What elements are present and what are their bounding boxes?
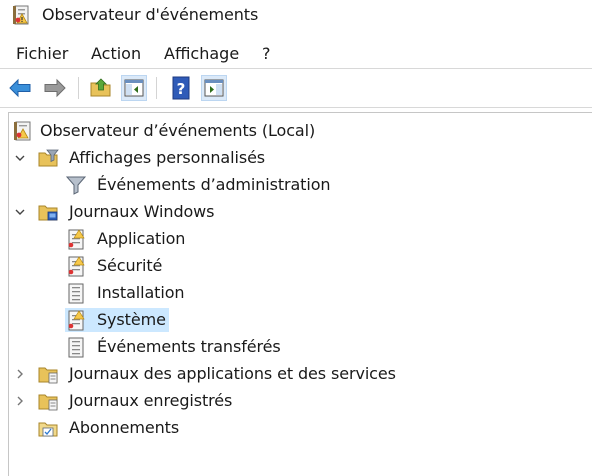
filter-funnel-icon [65,176,87,195]
chevron-right-icon[interactable] [14,395,26,407]
menu-help[interactable]: ? [262,44,271,63]
folder-log-icon [38,394,58,411]
tree-label-security: Sécurité [97,256,163,275]
svg-text:?: ? [177,80,186,98]
tree-node-system[interactable]: Système [9,307,579,333]
forward-arrow-icon [44,78,66,98]
back-button[interactable] [7,75,33,101]
tree-node-security[interactable]: Sécurité [9,253,579,279]
show-action-pane-button[interactable] [201,75,227,101]
tree-label-forwarded-events: Événements transférés [97,337,281,356]
show-hide-console-tree-icon [124,79,144,97]
log-warning-icon [68,310,85,331]
tree-label-root: Observateur d’événements (Local) [40,121,316,140]
tree-label-custom-views: Affichages personnalisés [69,148,266,167]
tree-node-windows-logs[interactable]: Journaux Windows [9,199,579,225]
tree-node-saved-logs[interactable]: Journaux enregistrés [9,388,579,414]
console-tree: Observateur d’événements (Local) Afficha… [8,112,592,476]
show-console-tree-button[interactable] [121,75,147,101]
tree-label-application: Application [97,229,186,248]
tree-node-setup[interactable]: Installation [9,280,579,306]
event-viewer-icon [14,121,31,141]
log-warning-icon [68,229,85,250]
log-icon [68,283,84,304]
chevron-down-icon[interactable] [14,206,26,218]
tree-node-application[interactable]: Application [9,226,579,252]
log-warning-icon [68,256,85,277]
up-level-button[interactable] [88,75,114,101]
tree-node-admin-events[interactable]: Événements d’administration [9,172,579,198]
show-hide-action-pane-icon [204,79,224,97]
folder-log-icon [38,367,58,384]
menu-action[interactable]: Action [91,44,141,63]
menu-fichier[interactable]: Fichier [16,44,68,63]
folder-windows-icon [38,205,58,221]
tree-label-saved-logs: Journaux enregistrés [69,391,233,410]
help-icon: ? [172,76,190,100]
menu-affichage[interactable]: Affichage [164,44,239,63]
tree-label-setup: Installation [97,283,185,302]
back-arrow-icon [9,78,31,98]
event-viewer-app-icon [13,5,29,25]
menu-bar: Fichier Action Affichage ? [0,40,592,68]
window-title: Observateur d'événements [42,5,259,24]
tree-node-forwarded-events[interactable]: Événements transférés [9,334,579,360]
subscription-icon [38,422,58,437]
tree-label-subscriptions: Abonnements [69,418,180,437]
chevron-right-icon[interactable] [14,368,26,380]
tree-label-app-service-logs: Journaux des applications et des service… [69,364,396,383]
toolbar-separator [78,77,79,99]
title-bar: Observateur d'événements [0,0,592,31]
chevron-down-icon[interactable] [14,152,26,164]
forward-button[interactable] [42,75,68,101]
help-button[interactable]: ? [168,75,194,101]
tree-node-root[interactable]: Observateur d’événements (Local) [9,118,579,144]
tree-label-admin-events: Événements d’administration [97,175,331,194]
folder-filter-icon [38,149,59,167]
toolbar: ? [0,68,592,108]
up-folder-icon [90,78,111,97]
tree-node-subscriptions[interactable]: Abonnements [9,415,579,441]
tree-node-app-service-logs[interactable]: Journaux des applications et des service… [9,361,579,387]
toolbar-separator [156,77,157,99]
tree-label-system: Système [97,310,166,329]
tree-label-windows-logs: Journaux Windows [69,202,215,221]
tree-node-custom-views[interactable]: Affichages personnalisés [9,145,579,171]
log-icon [68,337,84,358]
